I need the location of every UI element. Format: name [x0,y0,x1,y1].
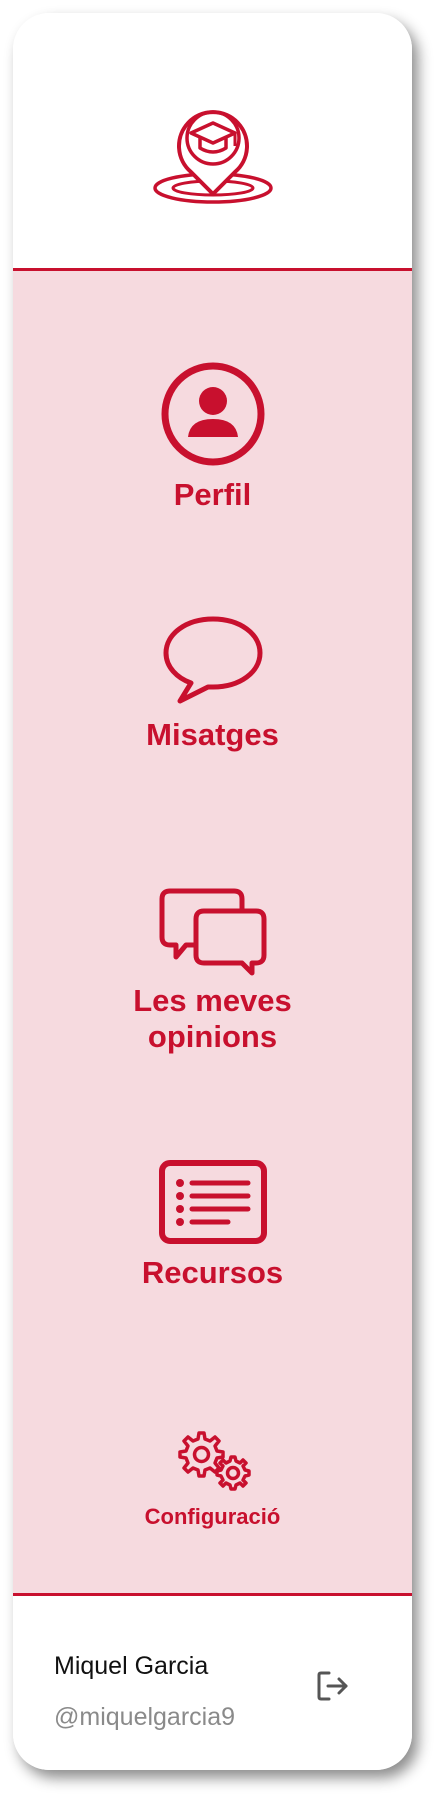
logo-area [13,13,412,271]
nav-label-opinions: Les meves opinions [133,983,292,1054]
user-footer: Miquel Garcia @miquelgarcia9 [13,1593,412,1770]
nav-label-recursos: Recursos [141,1255,284,1290]
nav-item-misatges[interactable]: Misatges [13,611,412,753]
nav-label-configuracio: Configuració [144,1504,281,1529]
chat-bubbles-icon [159,888,266,976]
gears-icon [177,1431,251,1491]
nav-label-misatges: Misatges [146,717,279,752]
user-circle-icon [161,362,264,466]
nav-label-perfil: Perfil [173,477,252,512]
logout-icon [317,1671,348,1701]
nav-item-configuracio[interactable]: Configuració [13,1429,412,1535]
user-name: Miquel Garcia [54,1652,209,1680]
sidebar-card: Perfil Misatges Les meves opinions Recur… [13,13,412,1770]
nav-item-opinions[interactable]: Les meves opinions [13,887,412,1055]
graduation-cap-location-pin-icon [152,109,273,204]
logout-button[interactable] [315,1668,351,1704]
nav-item-perfil[interactable]: Perfil [13,361,412,513]
nav-menu: Perfil Misatges Les meves opinions Recur… [13,271,412,1593]
list-document-icon [158,1160,267,1244]
nav-item-recursos[interactable]: Recursos [13,1159,412,1291]
user-handle: @miquelgarcia9 [54,1703,236,1731]
speech-bubble-icon [163,616,262,704]
